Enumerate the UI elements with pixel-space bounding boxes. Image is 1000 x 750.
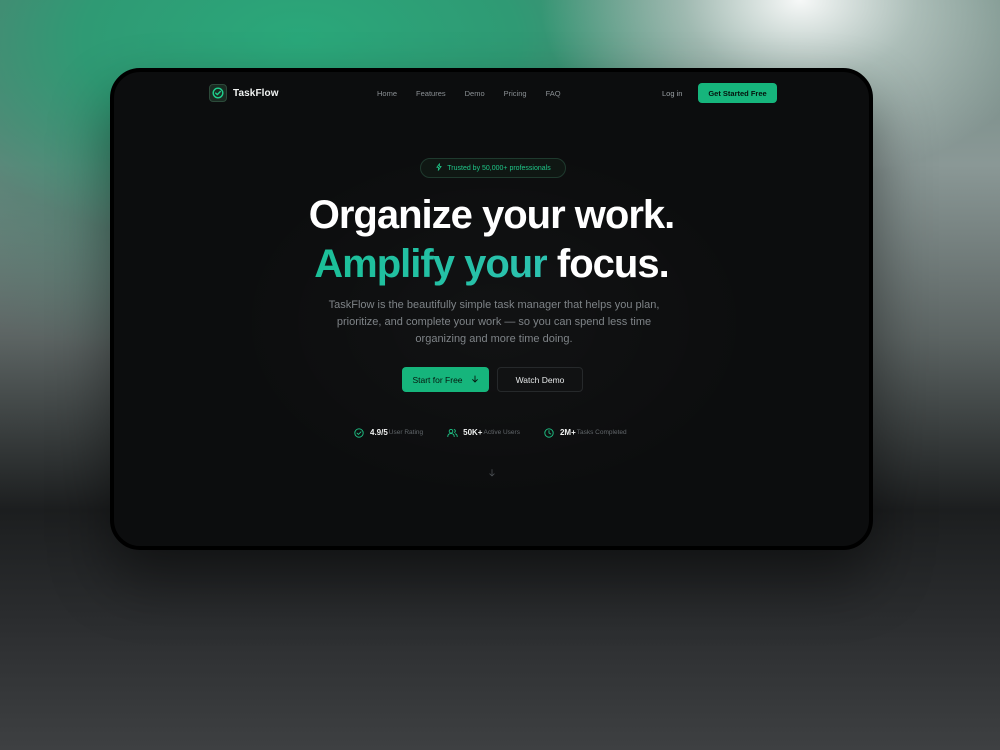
login-link[interactable]: Log in	[662, 89, 682, 98]
sparkle-icon	[435, 163, 443, 173]
check-circle-icon	[209, 84, 227, 102]
headline-line-1: Organize your work.	[308, 193, 676, 237]
stat-value: 4.9/5	[370, 428, 388, 437]
stat-value: 50K+	[463, 428, 483, 437]
stat-label: Active Users	[483, 429, 520, 436]
nav-links: Home Features Demo Pricing FAQ	[377, 89, 580, 98]
users-icon	[447, 427, 458, 438]
hero-subtitle: TaskFlow is the beautifully simple task …	[328, 299, 660, 345]
brand-logo[interactable]: TaskFlow	[209, 84, 279, 102]
stats-row: 4.9/5 User Rating 50K+ Active Users 2M+ …	[354, 427, 651, 438]
brand-name: TaskFlow	[233, 87, 279, 99]
stat-rating: 4.9/5 User Rating	[354, 427, 423, 438]
nav-link-features[interactable]: Features	[416, 89, 446, 98]
stat-label: Tasks Completed	[576, 429, 627, 436]
stat-value: 2M+	[559, 428, 576, 437]
headline-rest: focus.	[546, 242, 670, 286]
top-nav: TaskFlow Home Features Demo Pricing FAQ …	[114, 72, 869, 118]
scroll-down-icon[interactable]	[487, 465, 497, 477]
badge-text: Trusted by 50,000+ professionals	[447, 164, 551, 172]
stat-tasks: 2M+ Tasks Completed	[544, 427, 627, 438]
watch-demo-button[interactable]: Watch Demo	[497, 367, 583, 392]
nav-link-faq[interactable]: FAQ	[546, 89, 561, 98]
arrow-down-icon	[471, 375, 479, 385]
start-free-button[interactable]: Start for Free	[402, 367, 489, 392]
stat-label: User Rating	[388, 429, 424, 436]
nav-link-demo[interactable]: Demo	[465, 89, 485, 98]
stat-users: 50K+ Active Users	[447, 427, 520, 438]
nav-link-home[interactable]: Home	[377, 89, 397, 98]
check-circle-icon	[354, 427, 365, 438]
headline-accent: Amplify your	[314, 242, 547, 286]
nav-link-pricing[interactable]: Pricing	[504, 89, 527, 98]
trust-badge: Trusted by 50,000+ professionals	[420, 158, 566, 178]
start-free-label: Start for Free	[412, 374, 463, 385]
headline-line-2: Amplify your focus.	[114, 242, 869, 287]
get-started-button[interactable]: Get Started Free	[698, 83, 777, 103]
clock-icon	[544, 427, 555, 438]
browser-frame: TaskFlow Home Features Demo Pricing FAQ …	[110, 68, 873, 550]
